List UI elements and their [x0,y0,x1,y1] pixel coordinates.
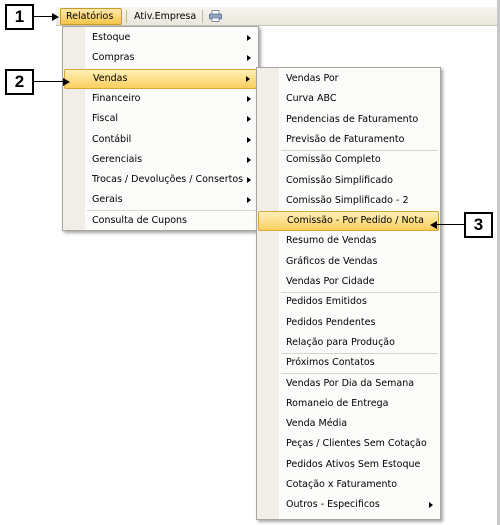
menu-item-label: Curva ABC [286,93,337,105]
app-window: Relatórios Ativ.Empresa Estoque Compras Ve… [0,0,500,525]
menu-item-label: Venda Média [286,418,348,430]
menu-item-label: Pedidos Pendentes [286,316,376,328]
relatorios-item-trocas-devolucoes-consertos[interactable]: Trocas / Devoluções / Consertos [64,170,257,190]
vendas-item-relacao-para-producao[interactable]: Relação para Produção [258,333,439,353]
vendas-item-pedidos-ativos-sem-estoque[interactable]: Pedidos Ativos Sem Estoque [258,455,439,475]
menu-item-label: Estoque [92,32,131,43]
menubar-separator [202,10,203,23]
callout-2-leader [34,81,63,82]
callout-3: 3 [464,212,493,238]
menubar-separator [126,10,127,23]
vendas-item-pedidos-emitidos[interactable]: Pedidos Emitidos [258,292,439,312]
vendas-item-pedidos-pendentes[interactable]: Pedidos Pendentes [258,313,439,333]
vendas-item-curva-abc[interactable]: Curva ABC [258,89,439,109]
menu-item-label: Peças / Clientes Sem Cotação [286,438,427,450]
callout-1: 1 [5,4,34,30]
vendas-item-resumo-de-vendas[interactable]: Resumo de Vendas [258,231,439,251]
relatorios-item-financeiro[interactable]: Financeiro [64,89,257,109]
submenu-arrow-icon [247,136,251,143]
relatorios-menu: Estoque Compras Vendas Financeiro Fiscal Cont… [62,26,259,231]
vendas-item-comissao-completo[interactable]: Comissão Completo [258,150,439,170]
submenu-arrow-icon [247,116,251,123]
vendas-item-vendas-por[interactable]: Vendas Por [258,69,439,89]
callout-2-arrow [63,78,70,86]
menu-item-label: Gerenciais [92,153,143,165]
vendas-item-comissao-simplificado[interactable]: Comissão Simplificado [258,171,439,191]
vendas-item-venda-media[interactable]: Venda Média [258,414,439,434]
menu-item-label: Comissão - Por Pedido / Nota [287,215,424,227]
relatorios-item-contabil[interactable]: Contábil [64,130,257,150]
submenu-arrow-icon [247,177,251,184]
vendas-item-outros-especificos[interactable]: Outros - Especificos [258,495,439,515]
vendas-item-vendas-por-dia-da-semana[interactable]: Vendas Por Dia da Semana [258,374,439,394]
submenu-arrow-icon [247,55,251,62]
submenu-arrow-icon [246,75,250,82]
menu-item-label: Comissão Simplificado [286,174,393,186]
relatorios-item-estoque[interactable]: Estoque [64,28,257,48]
relatorios-item-fiscal[interactable]: Fiscal [64,109,257,129]
submenu-arrow-icon [247,95,251,102]
vendas-item-previsao-de-faturamento[interactable]: Previsão de Faturamento [258,130,439,150]
menu-item-label: Previsão de Faturamento [286,133,405,145]
vendas-item-comissao-simplificado-2[interactable]: Comissão Simplificado - 2 [258,191,439,211]
menu-item-label: Pedidos Emitidos [286,296,367,308]
relatorios-item-consulta-de-cupons[interactable]: Consulta de Cupons [64,211,257,231]
vendas-item-comissao-por-pedido-nota[interactable]: Comissão - Por Pedido / Nota [258,211,439,232]
menu-item-label: Vendas [93,72,128,84]
menu-relatorios[interactable]: Relatórios [60,8,122,25]
vendas-item-proximos-contatos[interactable]: Próximos Contatos [258,353,439,373]
menubar: Relatórios Ativ.Empresa [56,7,497,26]
submenu-arrow-icon [247,156,251,163]
menu-item-label: Financeiro [92,92,141,104]
menu-item-label: Trocas / Devoluções / Consertos [92,174,244,186]
menu-item-label: Comissão Completo [286,154,381,166]
callout-2: 2 [5,69,34,95]
callout-3-leader [437,224,464,225]
menu-item-label: Consulta de Cupons [92,214,188,226]
vendas-item-romaneio-de-entrega[interactable]: Romaneio de Entrega [258,394,439,414]
vendas-item-pendencias-de-faturamento[interactable]: Pendencias de Faturamento [258,110,439,130]
vendas-item-cotacao-x-faturamento[interactable]: Cotação x Faturamento [258,475,439,495]
menu-item-label: Vendas Por [286,73,339,84]
menu-item-label: Gerais [92,194,123,206]
menu-item-label: Romaneio de Entrega [286,397,389,409]
menu-item-label: Vendas Por Dia da Semana [286,377,415,389]
relatorios-item-compras[interactable]: Compras [64,48,257,68]
callout-1-leader [34,16,52,17]
submenu-arrow-icon [429,502,433,509]
callout-1-arrow [52,13,59,21]
relatorios-item-vendas[interactable]: Vendas [64,68,257,89]
printer-icon[interactable] [209,10,222,22]
menu-item-label: Contábil [92,133,132,145]
menu-ativ-empresa[interactable]: Ativ.Empresa [129,8,201,25]
vendas-item-graficos-de-vendas[interactable]: Gráficos de Vendas [258,252,439,272]
callout-3-arrow [430,221,437,229]
vendas-item-pecas-clientes-sem-cotacao[interactable]: Peças / Clientes Sem Cotação [258,434,439,454]
menu-item-label: Outros - Especificos [286,499,380,511]
menu-item-label: Cotação x Faturamento [286,479,398,490]
relatorios-item-gerais[interactable]: Gerais [64,190,257,210]
menu-item-label: Gráficos de Vendas [286,255,378,267]
menu-item-label: Vendas Por Cidade [286,276,375,287]
submenu-arrow-icon [247,35,251,41]
menu-item-label: Compras [92,52,135,64]
submenu-arrow-icon [247,197,251,204]
relatorios-item-gerenciais[interactable]: Gerenciais [64,150,257,170]
menu-item-label: Comissão Simplificado - 2 [286,194,409,206]
vendas-item-vendas-por-cidade[interactable]: Vendas Por Cidade [258,272,439,292]
menu-item-label: Relação para Produção [286,336,395,348]
vendas-submenu: Vendas Por Curva ABC Pendencias de Faturam… [256,67,441,520]
menu-item-label: Pedidos Ativos Sem Estoque [286,458,421,470]
menu-item-label: Pendencias de Faturamento [286,113,419,125]
menu-item-label: Resumo de Vendas [286,235,377,247]
menu-item-label: Próximos Contatos [286,357,375,369]
menu-item-label: Fiscal [92,113,119,125]
